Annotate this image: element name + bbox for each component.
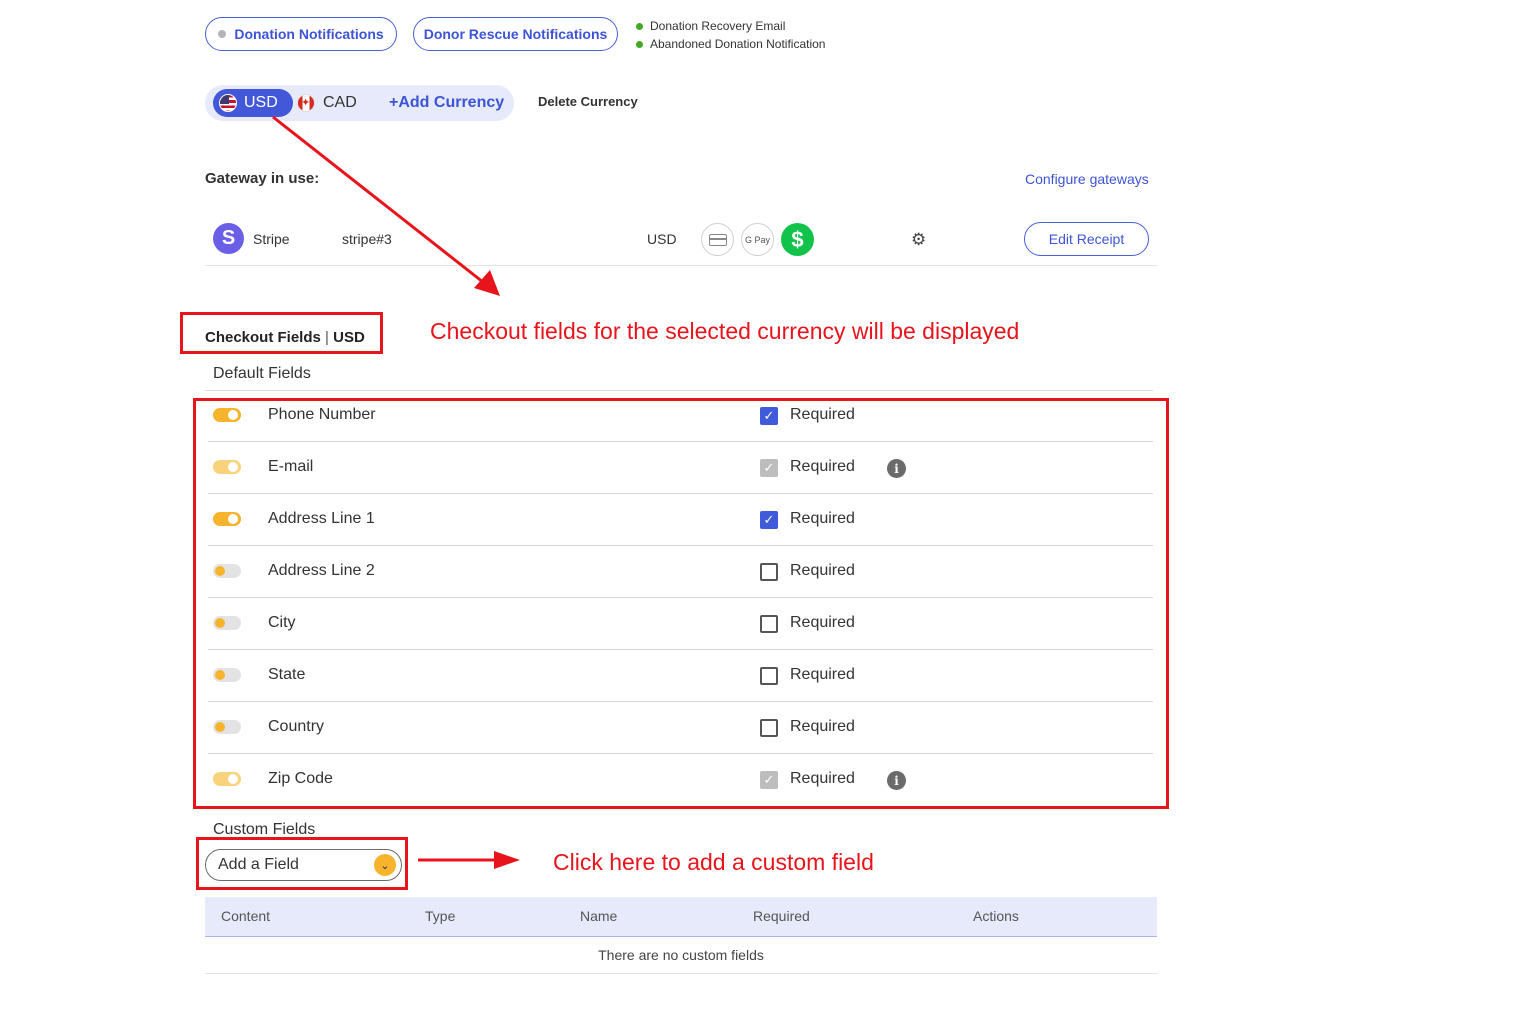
checkout-fields-title: Checkout Fields | USD (205, 329, 365, 346)
checkout-title-currency: USD (333, 329, 365, 346)
annotation-box-default-fields (193, 398, 1169, 809)
column-header-name: Name (580, 908, 618, 924)
custom-fields-empty-message: There are no custom fields (205, 938, 1157, 974)
column-header-type: Type (425, 908, 456, 924)
column-header-required: Required (753, 908, 810, 924)
annotation-box-add-field (196, 837, 408, 890)
annotation-custom-note: Click here to add a custom field (553, 849, 874, 875)
checkout-title-text: Checkout Fields (205, 329, 321, 346)
column-header-actions: Actions (973, 908, 1019, 924)
arrow-currency-to-checkout (272, 115, 489, 288)
default-fields-label: Default Fields (213, 365, 311, 382)
column-header-content: Content (221, 908, 271, 924)
checkout-title-separator: | (325, 329, 329, 346)
custom-fields-table-header: Content Type Name Required Actions (205, 897, 1157, 937)
annotation-checkout-note: Checkout fields for the selected currenc… (430, 318, 1020, 344)
arrow-head-currency (474, 270, 500, 296)
arrow-head-add-field (494, 851, 520, 869)
